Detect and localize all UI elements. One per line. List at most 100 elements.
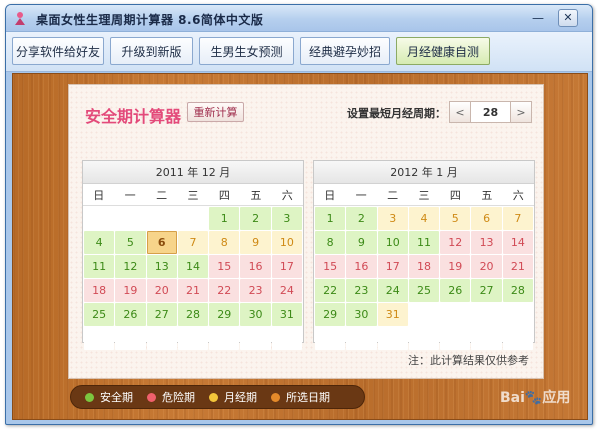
calendar-day[interactable]: 29 — [209, 303, 240, 326]
weekday-label: 五 — [250, 188, 262, 202]
cycle-decrease-button[interactable]: < — [449, 101, 471, 123]
legend-danger-dot — [147, 392, 156, 402]
calendar-day[interactable]: 28 — [177, 303, 209, 326]
calendar-day[interactable]: 15 — [315, 255, 346, 278]
calendar-day[interactable]: 14 — [502, 231, 533, 254]
calendar-empty-cell — [440, 327, 471, 350]
calendar-day[interactable]: 9 — [346, 231, 377, 254]
close-button[interactable]: ✕ — [558, 9, 578, 27]
recalculate-button[interactable]: 重新计算 — [187, 102, 244, 122]
calendar-day[interactable]: 22 — [315, 279, 346, 302]
calendar-weekdays: 日 一 二 三 四 五 六 — [83, 184, 303, 206]
calendar-day[interactable]: 29 — [315, 303, 346, 326]
calendar-day[interactable]: 5 — [115, 231, 146, 254]
legend-label: 安全期 — [100, 391, 133, 404]
calendar-day[interactable]: 28 — [502, 279, 533, 302]
calendar-day[interactable]: 23 — [346, 279, 377, 302]
calendar-day[interactable]: 6 — [471, 207, 502, 230]
calendar-empty-cell — [209, 327, 240, 350]
calendar-day[interactable]: 1 — [209, 207, 240, 230]
calendar-day[interactable]: 11 — [84, 255, 115, 278]
calendar-day[interactable]: 25 — [84, 303, 115, 326]
calendar-day[interactable]: 18 — [408, 255, 440, 278]
calendar-day[interactable]: 13 — [146, 255, 177, 278]
legend-label: 月经期 — [224, 391, 257, 404]
calendar-day[interactable]: 21 — [177, 279, 209, 302]
calendar-day[interactable]: 12 — [115, 255, 146, 278]
calendar-day[interactable]: 31 — [377, 303, 408, 326]
calendar-day[interactable]: 4 — [408, 207, 440, 230]
wood-background: 安全期计算器 重新计算 设置最短月经周期： < 28 > 2011 年 12 月… — [12, 73, 588, 420]
contraception-tips-button[interactable]: 经典避孕妙招 — [300, 37, 390, 65]
calendar-day[interactable]: 8 — [315, 231, 346, 254]
calendar-day[interactable]: 10 — [271, 231, 302, 254]
calendar-day[interactable]: 25 — [408, 279, 440, 302]
share-software-button[interactable]: 分享软件给好友 — [12, 37, 104, 65]
calendar-day[interactable]: 27 — [146, 303, 177, 326]
weekday-label: 一 — [355, 188, 367, 202]
calendar-empty-cell — [408, 303, 440, 326]
calendar-day[interactable]: 10 — [377, 231, 408, 254]
calendar-day[interactable]: 1 — [315, 207, 346, 230]
calendar-day[interactable]: 13 — [471, 231, 502, 254]
calendar-day[interactable]: 20 — [146, 279, 177, 302]
minimize-button[interactable]: — — [528, 9, 548, 27]
calendar-day[interactable]: 3 — [377, 207, 408, 230]
calendar-day[interactable]: 2 — [240, 207, 271, 230]
calendar-day[interactable]: 26 — [440, 279, 471, 302]
calendar-day[interactable]: 27 — [471, 279, 502, 302]
calendar-day[interactable]: 30 — [346, 303, 377, 326]
calendar-empty-cell — [471, 327, 502, 350]
calendar-day[interactable]: 17 — [271, 255, 302, 278]
weekday-label: 日 — [93, 188, 105, 202]
calculator-panel: 安全期计算器 重新计算 设置最短月经周期： < 28 > 2011 年 12 月… — [68, 84, 544, 379]
legend-period-dot — [209, 392, 218, 402]
calendar-day[interactable]: 26 — [115, 303, 146, 326]
menstrual-health-test-button[interactable]: 月经健康自测 — [396, 37, 490, 65]
calendar-day[interactable]: 19 — [440, 255, 471, 278]
cycle-increase-button[interactable]: > — [510, 101, 532, 123]
calendar-day[interactable]: 22 — [209, 279, 240, 302]
gender-prediction-button[interactable]: 生男生女预测 — [199, 37, 294, 65]
calendar-day[interactable]: 19 — [115, 279, 146, 302]
calendar-empty-cell — [377, 327, 408, 350]
legend-safe: 安全期 — [85, 389, 133, 405]
app-window: 桌面女性生理周期计算器 8.6简体中文版 — ✕ 分享软件给好友 升级到新版 生… — [5, 4, 593, 425]
calendar-header: 2012 年 1 月 — [314, 161, 534, 184]
calendar-day[interactable]: 20 — [471, 255, 502, 278]
calendar-day[interactable]: 11 — [408, 231, 440, 254]
calendar-day[interactable]: 16 — [240, 255, 271, 278]
calendar-day[interactable]: 7 — [177, 231, 209, 254]
calendar-day[interactable]: 30 — [240, 303, 271, 326]
cycle-value-field[interactable]: 28 — [471, 101, 510, 123]
calendar-day[interactable]: 16 — [346, 255, 377, 278]
calendar-empty-cell — [408, 327, 440, 350]
weekday-label: 日 — [324, 188, 336, 202]
calendar-day[interactable]: 9 — [240, 231, 271, 254]
calendar-day[interactable]: 31 — [271, 303, 302, 326]
calendar-day[interactable]: 3 — [271, 207, 302, 230]
calendar-day[interactable]: 24 — [271, 279, 302, 302]
calendar-day[interactable]: 23 — [240, 279, 271, 302]
calendar-day[interactable]: 24 — [377, 279, 408, 302]
legend-danger: 危险期 — [147, 389, 195, 405]
calendar-empty-cell — [471, 303, 502, 326]
calendar-day[interactable]: 17 — [377, 255, 408, 278]
calendar-day[interactable]: 14 — [177, 255, 209, 278]
calendar-day[interactable]: 7 — [502, 207, 533, 230]
calendar-day[interactable]: 5 — [440, 207, 471, 230]
legend-period: 月经期 — [209, 389, 257, 405]
weekday-label: 一 — [124, 188, 136, 202]
upgrade-button[interactable]: 升级到新版 — [110, 37, 193, 65]
calendar-day[interactable]: 21 — [502, 255, 533, 278]
calendar-day[interactable]: 4 — [84, 231, 115, 254]
calendar-empty-cell — [84, 207, 115, 230]
shortest-cycle-label: 设置最短月经周期： — [347, 107, 446, 120]
calendar-day[interactable]: 6 — [146, 231, 177, 254]
calendar-day[interactable]: 18 — [84, 279, 115, 302]
calendar-empty-cell — [115, 207, 146, 230]
calendar-day[interactable]: 15 — [209, 255, 240, 278]
calendar-day[interactable]: 12 — [440, 231, 471, 254]
calendar-day[interactable]: 8 — [209, 231, 240, 254]
calendar-day[interactable]: 2 — [346, 207, 377, 230]
